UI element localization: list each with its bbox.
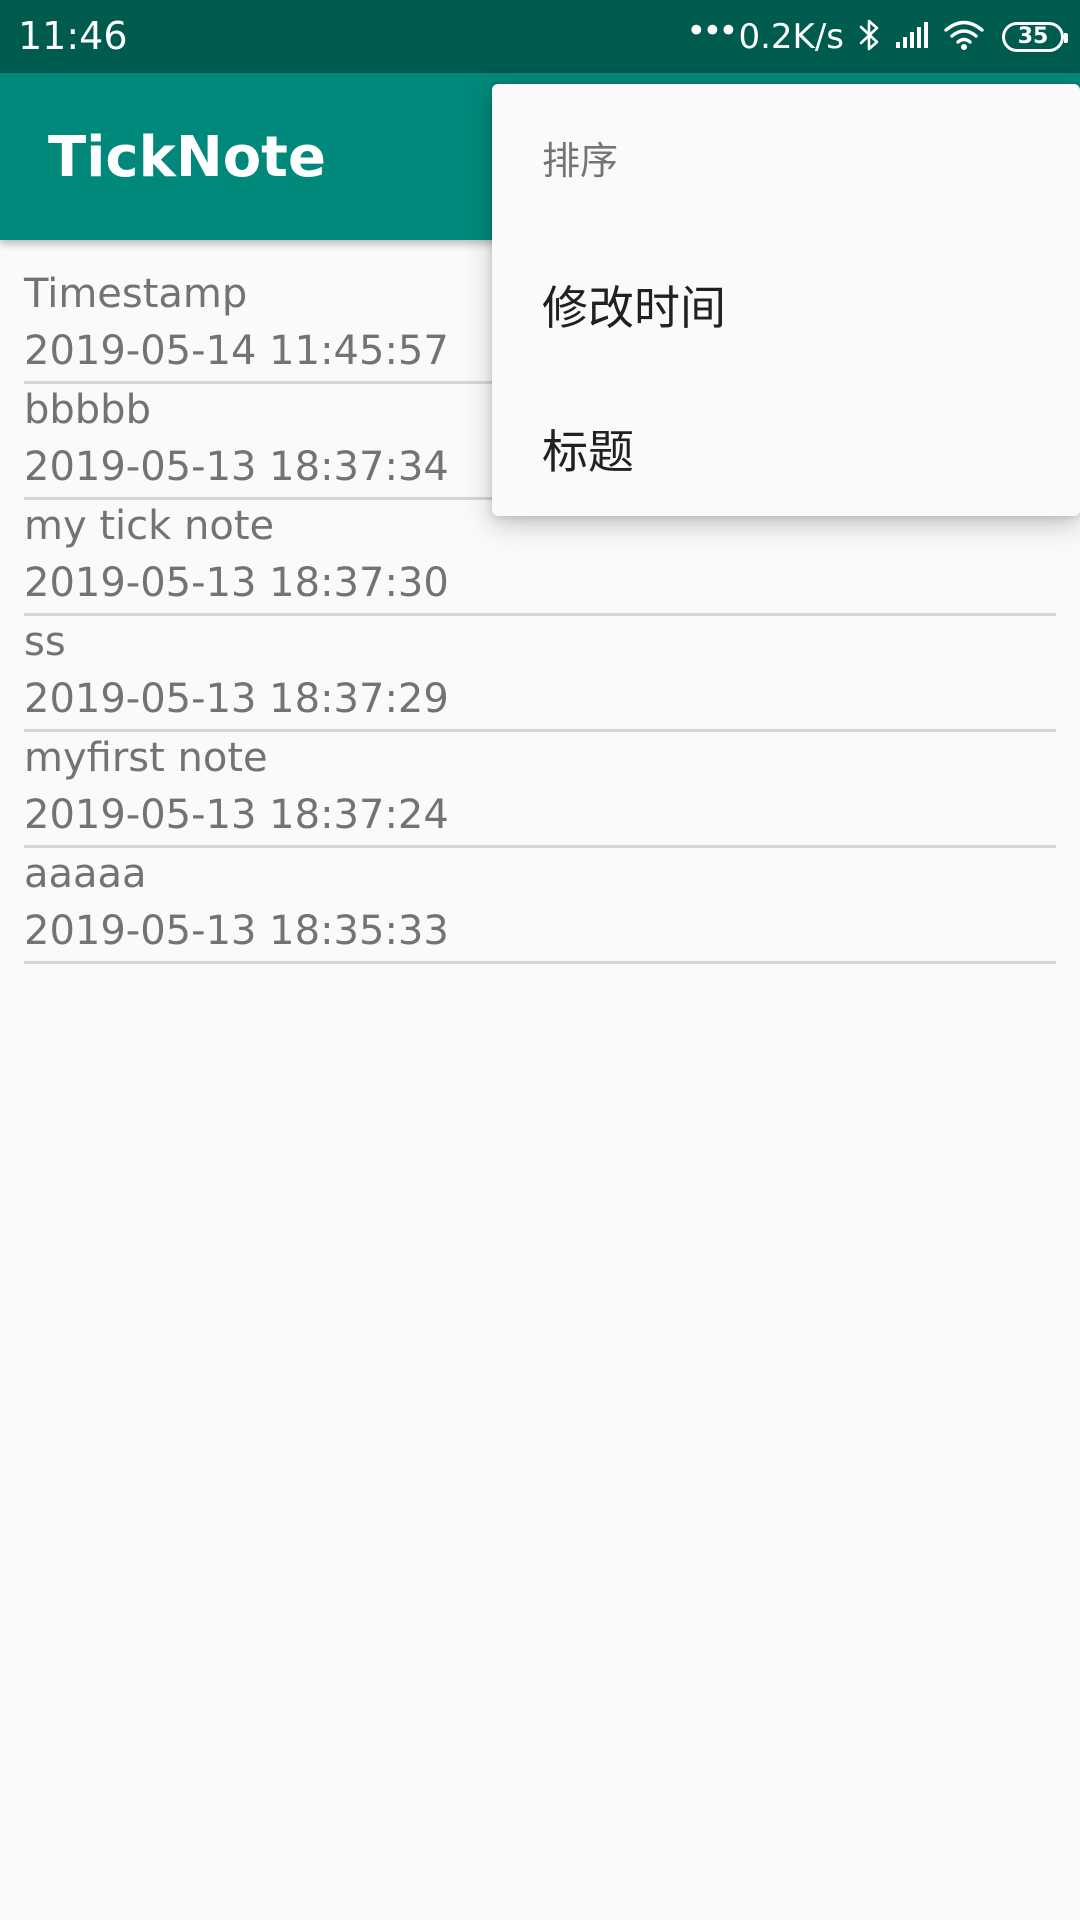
note-title: aaaaa — [24, 851, 147, 897]
note-timestamp: 2019-05-13 18:35:33 — [24, 908, 449, 954]
status-time: 11:46 — [18, 14, 128, 58]
note-item[interactable]: ss 2019-05-13 18:37:29 — [24, 616, 1056, 732]
bluetooth-icon — [858, 18, 882, 56]
status-icons: ••• 0.2K/s 35 — [686, 0, 1068, 73]
network-speed: ••• 0.2K/s — [686, 11, 844, 57]
note-title: bbbbb — [24, 387, 151, 433]
note-timestamp: 2019-05-13 18:37:29 — [24, 676, 449, 722]
app-title: TickNote — [48, 125, 326, 190]
note-timestamp: 2019-05-13 18:37:30 — [24, 560, 449, 606]
signal-icon — [896, 20, 930, 54]
note-item[interactable]: aaaaa 2019-05-13 18:35:33 — [24, 848, 1056, 964]
menu-item-label: 标题 — [542, 425, 634, 479]
battery-level: 35 — [1017, 23, 1049, 49]
note-title: my tick note — [24, 503, 275, 549]
sort-menu: 排序 修改时间 标题 — [492, 84, 1080, 516]
sort-by-modified-time-item[interactable]: 修改时间 — [492, 228, 1080, 372]
more-notifications-icon: ••• — [686, 10, 738, 51]
sort-by-title-item[interactable]: 标题 — [492, 372, 1080, 516]
note-item[interactable]: my tick note 2019-05-13 18:37:30 — [24, 500, 1056, 616]
status-bar: 11:46 ••• 0.2K/s 35 — [0, 0, 1080, 73]
battery-icon: 35 — [1002, 21, 1068, 52]
note-timestamp: 2019-05-13 18:37:34 — [24, 444, 449, 490]
wifi-icon — [944, 19, 984, 55]
note-item[interactable]: myfirst note 2019-05-13 18:37:24 — [24, 732, 1056, 848]
sort-menu-header: 排序 — [542, 139, 619, 183]
note-title: myfirst note — [24, 735, 268, 781]
note-title: ss — [24, 619, 66, 665]
note-timestamp: 2019-05-14 11:45:57 — [24, 328, 449, 374]
network-speed-text: 0.2K/s — [738, 16, 844, 57]
note-timestamp: 2019-05-13 18:37:24 — [24, 792, 449, 838]
menu-item-label: 修改时间 — [542, 281, 726, 335]
note-title: Timestamp — [24, 271, 248, 317]
